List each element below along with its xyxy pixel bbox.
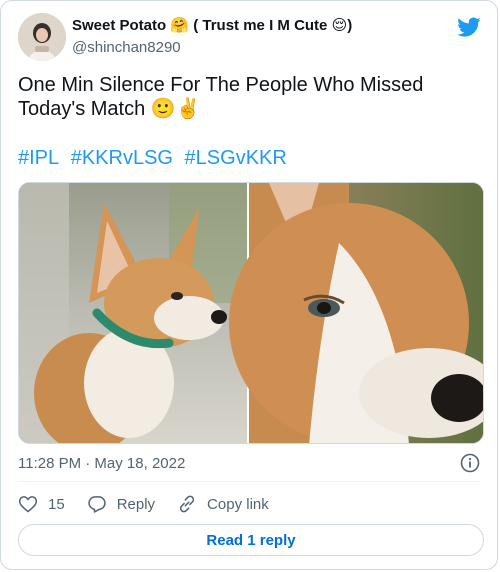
like-count: 15 — [48, 495, 65, 513]
copy-link-button[interactable]: Copy link — [177, 494, 269, 514]
divider — [18, 481, 480, 482]
twitter-bird-icon[interactable] — [457, 15, 481, 39]
reply-label: Reply — [116, 495, 156, 513]
author-name-row[interactable]: Sweet Potato 🤗 ( Trust me I M Cute 😌) — [72, 16, 352, 34]
reply-bubble-icon — [88, 496, 106, 513]
author-handle[interactable]: @shinchan8290 — [72, 39, 181, 56]
hashtag-lsgvkkr[interactable]: #LSGvKKR — [185, 147, 287, 169]
hashtag-kkrvlsg[interactable]: #KKRvLSG — [71, 147, 173, 169]
tweet-text: One Min Silence For The People Who Misse… — [18, 73, 478, 121]
tweet-text-line-1: One Min Silence For The People Who Misse… — [18, 74, 424, 96]
read-replies-label: Read 1 reply — [206, 531, 296, 549]
copy-link-label: Copy link — [207, 495, 269, 513]
tweet-text-line-2: Today's Match 🙂✌️ — [18, 98, 201, 120]
tweet-timestamp[interactable]: 11:28 PM · May 18, 2022 — [18, 455, 185, 472]
tweet-card: Sweet Potato 🤗 ( Trust me I M Cute 😌) @s… — [0, 0, 498, 570]
read-replies-button[interactable]: Read 1 reply — [18, 524, 484, 556]
avatar[interactable] — [18, 13, 66, 61]
tweet-actions: 15 Reply Copy link — [18, 492, 291, 516]
like-button[interactable]: 15 — [18, 494, 65, 514]
link-icon — [179, 495, 195, 513]
author-name: Sweet Potato — [72, 17, 167, 34]
hashtag-ipl[interactable]: #IPL — [18, 147, 59, 169]
corgi-photo-collage — [19, 183, 483, 443]
tagline-close: ) — [347, 17, 353, 34]
tweet-media[interactable] — [18, 182, 484, 444]
hashtags: #IPL #KKRvLSG #LSGvKKR — [18, 147, 293, 170]
reply-button[interactable]: Reply — [87, 494, 155, 514]
heart-icon — [18, 496, 38, 513]
author-tagline: ( Trust me I M Cute — [193, 17, 328, 34]
avatar-image — [18, 13, 66, 61]
relieved-emoji: 😌 — [331, 17, 348, 34]
info-icon[interactable] — [460, 453, 480, 473]
hug-emoji: 🤗 — [170, 17, 190, 34]
